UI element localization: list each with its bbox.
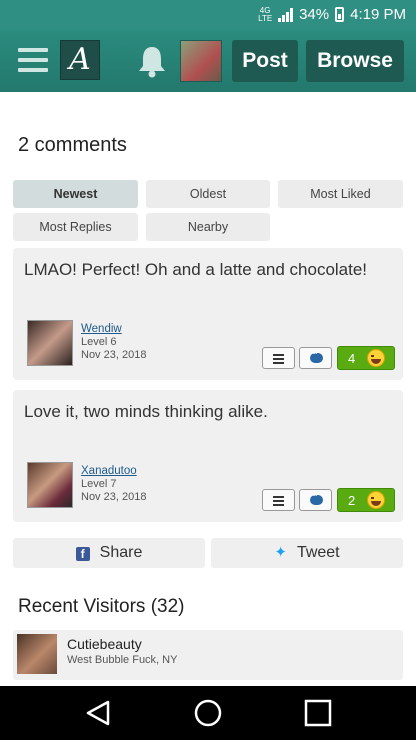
- like-button[interactable]: 4: [337, 346, 395, 370]
- facebook-share-button[interactable]: f Share: [13, 538, 205, 568]
- clock: 4:19 PM: [350, 6, 406, 23]
- comment-menu-button[interactable]: [262, 347, 295, 369]
- comment-menu-button[interactable]: [262, 489, 295, 511]
- reply-button[interactable]: [299, 488, 332, 511]
- commenter-avatar[interactable]: [27, 320, 73, 366]
- visitor-avatar: [17, 634, 57, 674]
- post-button[interactable]: Post: [232, 40, 298, 82]
- notification-bell-icon[interactable]: [136, 44, 168, 78]
- twitter-bird-icon: ✦: [274, 544, 287, 561]
- visitor-location: West Bubble Fuck, NY: [67, 654, 178, 666]
- laughing-emoji-icon: [367, 491, 385, 509]
- comment-text: Love it, two minds thinking alike.: [24, 402, 268, 421]
- sort-tab-most-liked[interactable]: Most Liked: [278, 180, 403, 208]
- battery-percent: 34%: [299, 6, 330, 23]
- like-button[interactable]: 2: [337, 488, 395, 512]
- comments-count-heading: 2 comments: [18, 134, 127, 156]
- system-nav-bar: [0, 686, 416, 740]
- visitor-name: Cutiebeauty: [67, 636, 142, 652]
- reply-button[interactable]: [299, 346, 332, 369]
- home-icon[interactable]: [178, 686, 238, 740]
- commenter-level: Level 6: [81, 336, 117, 348]
- commenter-level: Level 7: [81, 478, 117, 490]
- commenter-username[interactable]: Wendiw: [81, 323, 122, 335]
- comment-card: LMAO! Perfect! Oh and a latte and chocol…: [13, 248, 403, 380]
- status-icons: 4G LTE 34% 4:19 PM: [258, 6, 406, 23]
- facebook-icon: f: [75, 547, 90, 561]
- visitor-item[interactable]: Cutiebeauty West Bubble Fuck, NY: [13, 630, 403, 680]
- sort-tab-most-replies[interactable]: Most Replies: [13, 213, 138, 241]
- app-logo[interactable]: A: [60, 40, 100, 80]
- commenter-username[interactable]: Xanadutoo: [81, 465, 137, 477]
- sort-tab-oldest[interactable]: Oldest: [146, 180, 270, 208]
- recent-apps-icon[interactable]: [288, 686, 348, 740]
- back-icon[interactable]: [68, 686, 128, 740]
- like-count: 4: [348, 351, 356, 366]
- browse-button[interactable]: Browse: [306, 40, 404, 82]
- comment-date: Nov 23, 2018: [81, 491, 147, 503]
- comment-text: LMAO! Perfect! Oh and a latte and chocol…: [24, 260, 368, 279]
- sort-tab-nearby[interactable]: Nearby: [146, 213, 270, 241]
- twitter-tweet-button[interactable]: ✦ Tweet: [211, 538, 403, 568]
- signal-icon: [278, 7, 294, 22]
- like-count: 2: [348, 493, 356, 508]
- speech-bubble-icon: [310, 346, 323, 363]
- speech-bubble-icon: [310, 488, 323, 505]
- laughing-emoji-icon: [367, 349, 385, 367]
- network-indicator: 4G LTE: [258, 5, 273, 23]
- recent-visitors-heading: Recent Visitors (32): [18, 596, 185, 617]
- share-label: Share: [99, 544, 143, 561]
- status-bar: 4G LTE 34% 4:19 PM: [0, 0, 416, 30]
- app-header: A Post Browse: [0, 30, 416, 92]
- battery-icon: [335, 7, 345, 22]
- comment-date: Nov 23, 2018: [81, 349, 147, 361]
- user-avatar[interactable]: [180, 40, 222, 82]
- sort-tab-newest[interactable]: Newest: [13, 180, 138, 208]
- tweet-label: Tweet: [296, 544, 340, 561]
- comment-card: Love it, two minds thinking alike. Xanad…: [13, 390, 403, 522]
- commenter-avatar[interactable]: [27, 462, 73, 508]
- menu-icon[interactable]: [18, 48, 48, 74]
